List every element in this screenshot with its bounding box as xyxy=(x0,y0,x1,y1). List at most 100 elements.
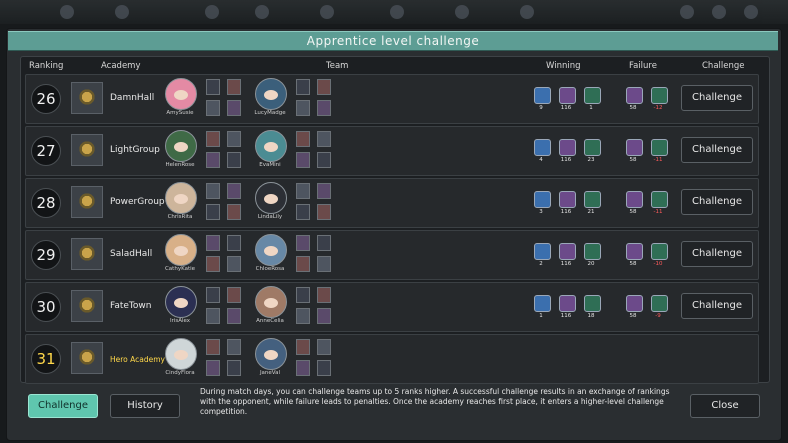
team-member-portrait[interactable] xyxy=(227,287,241,303)
team-leader-avatar[interactable] xyxy=(165,234,197,266)
winning-reward-value: 1 xyxy=(539,313,543,319)
resource-icon xyxy=(60,5,74,19)
team-member-portrait[interactable] xyxy=(206,256,220,272)
winning-reward-value: 1 xyxy=(589,105,593,111)
challenge-button[interactable]: Challenge xyxy=(681,137,753,163)
team-member-portrait[interactable] xyxy=(317,360,331,376)
team-member-portrait[interactable] xyxy=(227,183,241,199)
challenge-tab-button[interactable]: Challenge xyxy=(28,394,98,418)
team-member-portrait[interactable] xyxy=(227,100,241,116)
team-member-portrait[interactable] xyxy=(206,308,220,324)
team-member-portrait[interactable] xyxy=(227,308,241,324)
team-member-portrait[interactable] xyxy=(296,339,310,355)
team-member-portrait[interactable] xyxy=(296,235,310,251)
team-member-portrait[interactable] xyxy=(227,339,241,355)
team-member-portrait[interactable] xyxy=(206,204,220,220)
team-member-portrait[interactable] xyxy=(317,152,331,168)
challenge-button[interactable]: Challenge xyxy=(681,293,753,319)
team-member-portrait[interactable] xyxy=(206,287,220,303)
academy-emblem-icon xyxy=(71,238,103,270)
academy-name: SaladHall xyxy=(110,249,153,259)
rank-badge: 28 xyxy=(31,188,61,218)
team-member-portrait[interactable] xyxy=(317,100,331,116)
failure-penalty-icon xyxy=(651,295,668,312)
team-member-portrait[interactable] xyxy=(296,204,310,220)
team-member-portrait[interactable] xyxy=(206,131,220,147)
team-member-portrait[interactable] xyxy=(296,152,310,168)
failure-penalty-icon xyxy=(626,191,643,208)
team-leader-name: IrisAlex xyxy=(169,318,191,324)
academy-emblem-icon xyxy=(71,134,103,166)
academy-name: LightGroup xyxy=(110,145,160,155)
team-member-portrait[interactable] xyxy=(227,152,241,168)
rank-badge: 31 xyxy=(31,344,61,374)
rules-text: During match days, you can challenge tea… xyxy=(200,387,670,416)
table-row: 26 DamnHall AmySusie LucyMadge 9 116 1 58 -12 Cha… xyxy=(25,74,759,124)
team-member-portrait[interactable] xyxy=(317,235,331,251)
close-button[interactable]: Close xyxy=(690,394,760,418)
team-member-portrait[interactable] xyxy=(296,131,310,147)
winning-reward-icon xyxy=(534,139,551,156)
team-leader-avatar[interactable] xyxy=(165,130,197,162)
challenge-button[interactable]: Challenge xyxy=(681,189,753,215)
team-member-portrait[interactable] xyxy=(206,152,220,168)
team-leader-avatar[interactable] xyxy=(255,338,287,370)
header-challenge: Challenge xyxy=(702,61,745,71)
team-member-portrait[interactable] xyxy=(317,79,331,95)
failure-penalty-icon xyxy=(651,243,668,260)
team-member-portrait[interactable] xyxy=(296,308,310,324)
team-leader-avatar[interactable] xyxy=(255,130,287,162)
academy-emblem-icon xyxy=(71,186,103,218)
team-leader-avatar[interactable] xyxy=(165,286,197,318)
team-member-portrait[interactable] xyxy=(227,235,241,251)
team-member-portrait[interactable] xyxy=(317,287,331,303)
team-member-portrait[interactable] xyxy=(317,131,331,147)
winning-reward-icon xyxy=(559,139,576,156)
winning-reward-icon xyxy=(584,87,601,104)
history-button[interactable]: History xyxy=(110,394,180,418)
team-member-portrait[interactable] xyxy=(227,256,241,272)
team-member-portrait[interactable] xyxy=(206,183,220,199)
team-leader-avatar[interactable] xyxy=(255,234,287,266)
winning-reward-icon xyxy=(534,243,551,260)
team-member-portrait[interactable] xyxy=(296,79,310,95)
challenge-button[interactable]: Challenge xyxy=(681,85,753,111)
team-member-portrait[interactable] xyxy=(296,100,310,116)
team-member-portrait[interactable] xyxy=(296,360,310,376)
header-winning: Winning xyxy=(546,61,581,71)
resource-icon xyxy=(115,5,129,19)
team-member-portrait[interactable] xyxy=(227,131,241,147)
team-member-portrait[interactable] xyxy=(206,100,220,116)
team-member-portrait[interactable] xyxy=(317,204,331,220)
team-leader-avatar[interactable] xyxy=(255,78,287,110)
team-leader-avatar[interactable] xyxy=(165,182,197,214)
challenge-button[interactable]: Challenge xyxy=(681,241,753,267)
team-leader-avatar[interactable] xyxy=(165,78,197,110)
team-member-portrait[interactable] xyxy=(296,183,310,199)
team-member-portrait[interactable] xyxy=(317,308,331,324)
team-member-portrait[interactable] xyxy=(296,256,310,272)
team-member-portrait[interactable] xyxy=(317,339,331,355)
failure-penalty-icon xyxy=(626,295,643,312)
failure-penalty-value: -10 xyxy=(653,261,663,267)
team-member-portrait[interactable] xyxy=(206,79,220,95)
team-member-portrait[interactable] xyxy=(296,287,310,303)
failure-penalty-value: -11 xyxy=(653,209,663,215)
team-leader-avatar[interactable] xyxy=(165,338,197,370)
winning-reward-value: 4 xyxy=(539,157,543,163)
team-member-portrait[interactable] xyxy=(317,256,331,272)
team-leader-avatar[interactable] xyxy=(255,286,287,318)
team-member-portrait[interactable] xyxy=(206,235,220,251)
team-leader-avatar[interactable] xyxy=(255,182,287,214)
winning-reward-icon xyxy=(559,243,576,260)
winning-reward-value: 23 xyxy=(587,157,595,163)
failure-penalty-value: -9 xyxy=(655,313,661,319)
team-member-portrait[interactable] xyxy=(227,360,241,376)
team-member-portrait[interactable] xyxy=(227,204,241,220)
team-member-portrait[interactable] xyxy=(206,360,220,376)
winning-reward-value: 18 xyxy=(587,313,595,319)
team-member-portrait[interactable] xyxy=(227,79,241,95)
team-member-portrait[interactable] xyxy=(206,339,220,355)
team-member-portrait[interactable] xyxy=(317,183,331,199)
winning-reward-icon xyxy=(534,191,551,208)
